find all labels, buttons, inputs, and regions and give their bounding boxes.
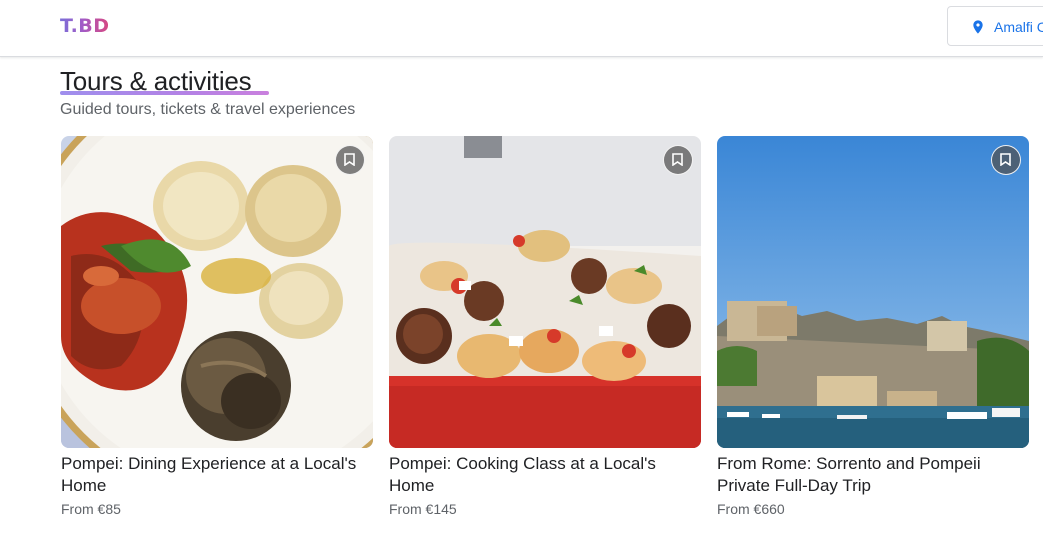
card-title[interactable]: Pompei: Dining Experience at a Local's H… [61,453,373,497]
location-pin-icon [973,20,983,34]
activity-card[interactable]: Pompei: Dining Experience at a Local's H… [61,136,373,518]
bookmark-button[interactable] [335,145,365,175]
activity-card[interactable]: Pompei: Cooking Class at a Local's Home … [389,136,701,518]
sorrento-coastline-photo[interactable] [717,136,1029,448]
bookmark-button[interactable] [663,145,693,175]
bookmark-icon [1000,153,1011,166]
location-label: Amalfi Coast [994,19,1043,35]
card-price: From €145 [389,501,457,517]
card-title[interactable]: Pompei: Cooking Class at a Local's Home [389,453,701,497]
location-selector[interactable]: Amalfi Coast [947,6,1043,46]
activity-card[interactable]: From Rome: Sorrento and Pompeii Private … [717,136,1029,518]
top-bar: T.BD Amalfi Coast [0,0,1043,57]
card-title[interactable]: From Rome: Sorrento and Pompeii Private … [717,453,1029,497]
app-logo[interactable]: T.BD [60,14,110,38]
section-title: Tours & activities [60,66,252,96]
plate-of-italian-food-photo[interactable] [61,136,373,448]
tray-of-appetizers-photo[interactable] [389,136,701,448]
card-price: From €660 [717,501,785,517]
card-price: From €85 [61,501,121,517]
bookmark-button[interactable] [991,145,1021,175]
bookmark-icon [344,153,355,166]
section-subtitle: Guided tours, tickets & travel experienc… [60,101,356,118]
bookmark-icon [672,153,683,166]
